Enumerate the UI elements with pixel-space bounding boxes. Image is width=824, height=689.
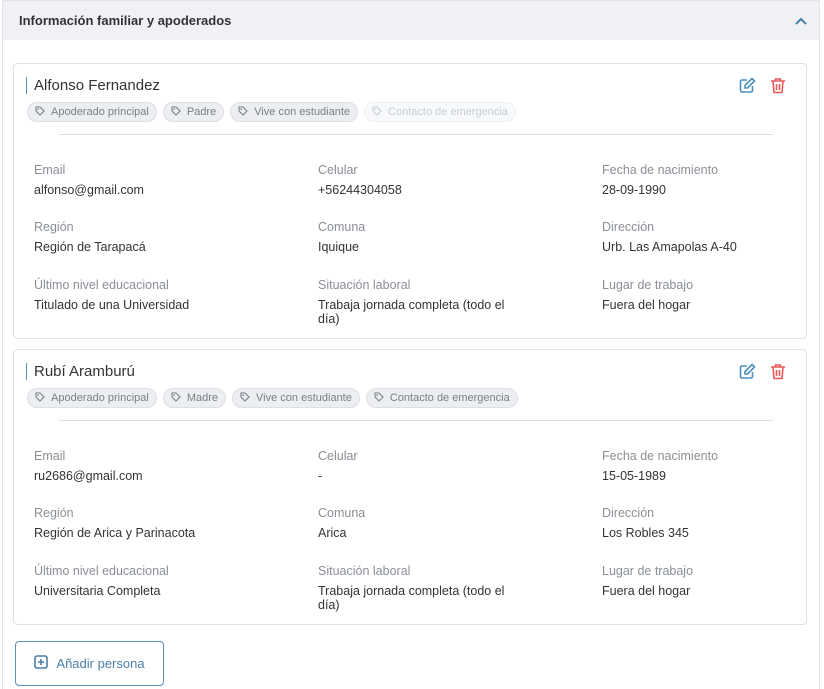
field-label: Región	[34, 220, 74, 234]
field-label: Fecha de nacimiento	[602, 163, 719, 177]
tag-icon	[171, 391, 181, 405]
field-value: Iquique	[318, 240, 360, 254]
field-situacion: Situación laboral Trabaja jornada complet…	[318, 278, 518, 326]
field-value: Fuera del hogar	[602, 584, 691, 598]
person-name: Rubí Aramburú	[26, 363, 135, 380]
plus-square-icon	[34, 655, 49, 672]
add-person-button[interactable]: Añadir persona	[15, 641, 164, 686]
field-value: -	[318, 469, 323, 483]
field-value: Fuera del hogar	[602, 298, 691, 312]
field-nivel: Último nivel educacional Universitaria Co…	[34, 564, 234, 598]
field-label: Situación laboral	[318, 564, 411, 578]
field-label: Lugar de trabajo	[602, 278, 694, 292]
tag-list: Apoderado principal Padre Vive con estudia…	[27, 102, 516, 122]
divider	[59, 420, 773, 421]
field-value: Trabaja jornada completa (todo el día)	[318, 584, 505, 612]
tag-icon	[238, 105, 248, 119]
field-region: Región Región de Tarapacá	[34, 220, 234, 254]
tag-icon	[240, 391, 250, 405]
chevron-up-icon[interactable]	[795, 12, 807, 30]
trash-icon[interactable]	[770, 77, 786, 94]
tag-label: Apoderado principal	[51, 392, 149, 404]
field-celular: Celular +56244304058	[318, 163, 518, 197]
tag-label: Apoderado principal	[51, 106, 149, 118]
field-label: Último nivel educacional	[34, 278, 169, 292]
field-label: Celular	[318, 449, 358, 463]
tag: Contacto de emergencia	[364, 102, 516, 122]
field-nivel: Último nivel educacional Titulado de una …	[34, 278, 234, 312]
person-card: Alfonso Fernandez Apoderado principal Pad…	[13, 63, 807, 339]
tag: Vive con estudiante	[232, 388, 360, 408]
field-value: 28-09-1990	[602, 183, 666, 197]
tag-list: Apoderado principal Madre Vive con estudia…	[27, 388, 518, 408]
person-name: Alfonso Fernandez	[26, 77, 160, 94]
field-value: Titulado de una Universidad	[34, 298, 190, 312]
tag-icon	[35, 391, 45, 405]
edit-icon[interactable]	[739, 77, 756, 94]
tag-label: Vive con estudiante	[256, 392, 352, 404]
tag-label: Vive con estudiante	[254, 106, 351, 118]
tag-icon	[171, 105, 181, 119]
field-label: Comuna	[318, 506, 366, 520]
field-email: Email ru2686@gmail.com	[34, 449, 234, 483]
tag: Contacto de emergencia	[365, 388, 518, 408]
field-situacion: Situación laboral Trabaja jornada complet…	[318, 564, 518, 612]
field-value: Los Robles 345	[602, 526, 689, 540]
field-value: Universitaria Completa	[34, 584, 161, 598]
field-label: Email	[34, 163, 66, 177]
tag-icon	[35, 105, 45, 119]
tag-label: Padre	[186, 106, 217, 118]
field-celular: Celular -	[318, 449, 518, 483]
field-value: Región de Tarapacá	[34, 240, 146, 254]
field-label: Celular	[318, 163, 358, 177]
field-region: Región Región de Arica y Parinacota	[34, 506, 234, 540]
field-label: Dirección	[602, 506, 655, 520]
field-value: Arica	[318, 526, 347, 540]
field-value: ru2686@gmail.com	[34, 469, 143, 483]
tag: Madre	[162, 388, 227, 408]
field-label: Situación laboral	[318, 278, 411, 292]
field-value: alfonso@gmail.com	[34, 183, 144, 197]
field-label: Último nivel educacional	[34, 564, 169, 578]
field-label: Email	[34, 449, 66, 463]
field-fecha: Fecha de nacimiento 28-09-1990	[602, 163, 802, 197]
field-value: +56244304058	[318, 183, 402, 197]
field-value: 15-05-1989	[602, 469, 666, 483]
field-label: Dirección	[602, 220, 655, 234]
tag-icon	[374, 391, 384, 405]
trash-icon[interactable]	[770, 363, 786, 380]
section-title: Información familiar y apoderados	[19, 13, 232, 28]
add-person-label: Añadir persona	[56, 656, 145, 671]
field-direccion: Dirección Los Robles 345	[602, 506, 802, 540]
field-comuna: Comuna Iquique	[318, 220, 518, 254]
tag-label: Madre	[186, 392, 219, 404]
tag-icon	[372, 105, 382, 119]
tag: Vive con estudiante	[230, 102, 359, 122]
field-value: Región de Arica y Parinacota	[34, 526, 196, 540]
section-header[interactable]: Información familiar y apoderados	[3, 0, 819, 40]
field-value: Urb. Las Amapolas A-40	[602, 240, 737, 254]
divider	[59, 134, 773, 135]
field-label: Lugar de trabajo	[602, 564, 694, 578]
field-email: Email alfonso@gmail.com	[34, 163, 234, 197]
tag-label: Contacto de emergencia	[388, 106, 508, 118]
tag: Padre	[162, 102, 225, 122]
field-label: Fecha de nacimiento	[602, 449, 719, 463]
tag-label: Contacto de emergencia	[389, 392, 510, 404]
person-card: Rubí Aramburú Apoderado principal Madre Vi…	[13, 349, 807, 625]
edit-icon[interactable]	[739, 363, 756, 380]
field-fecha: Fecha de nacimiento 15-05-1989	[602, 449, 802, 483]
field-label: Comuna	[318, 220, 366, 234]
field-label: Región	[34, 506, 74, 520]
field-direccion: Dirección Urb. Las Amapolas A-40	[602, 220, 802, 254]
field-value: Trabaja jornada completa (todo el día)	[318, 298, 505, 326]
field-lugar: Lugar de trabajo Fuera del hogar	[602, 564, 802, 598]
field-lugar: Lugar de trabajo Fuera del hogar	[602, 278, 802, 312]
tag: Apoderado principal	[27, 388, 157, 408]
field-comuna: Comuna Arica	[318, 506, 518, 540]
tag: Apoderado principal	[27, 102, 157, 122]
